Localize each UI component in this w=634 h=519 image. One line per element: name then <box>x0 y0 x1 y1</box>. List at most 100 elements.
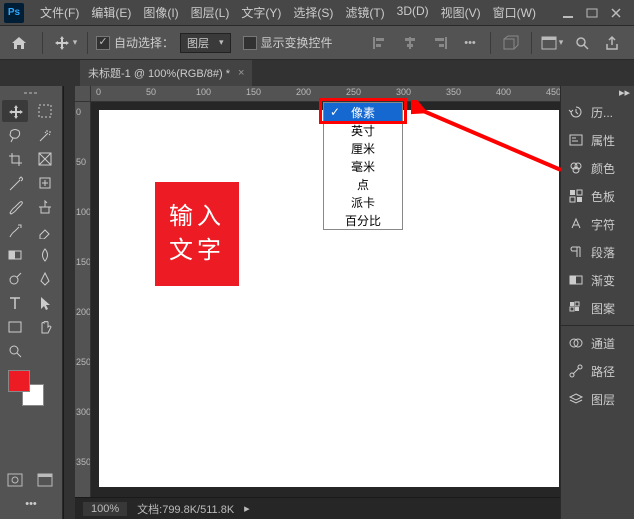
pen-tool[interactable] <box>32 268 58 290</box>
unit-option-英寸[interactable]: 英寸 <box>324 121 402 139</box>
menu-图层(L)[interactable]: 图层(L) <box>185 4 236 21</box>
search-icon[interactable] <box>570 31 594 55</box>
foreground-color-swatch[interactable] <box>8 370 30 392</box>
auto-select-checkbox[interactable]: 自动选择： <box>96 34 174 51</box>
options-bar: ▾ 自动选择： 图层 显示变换控件 ••• ▾ <box>0 26 634 60</box>
unit-option-毫米[interactable]: 毫米 <box>324 157 402 175</box>
move-tool-indicator[interactable]: ▾ <box>51 32 79 54</box>
panel-icon-颜色 <box>567 160 585 176</box>
panel-icon-路径 <box>567 363 585 379</box>
blur-tool[interactable] <box>32 244 58 266</box>
zoom-tool[interactable] <box>2 340 28 362</box>
lasso-tool[interactable] <box>2 124 28 146</box>
brush-tool[interactable] <box>2 196 28 218</box>
canvas-area: 050100150200250300350400450 050100150200… <box>75 86 560 519</box>
path-select-tool[interactable] <box>32 292 58 314</box>
panel-icon-通道 <box>567 335 585 351</box>
panel-icon-色板 <box>567 188 585 204</box>
color-swatches[interactable] <box>2 370 60 408</box>
panel-历...[interactable]: 历... <box>561 98 634 126</box>
panel-通道[interactable]: 通道 <box>561 329 634 357</box>
horizontal-ruler[interactable]: 050100150200250300350400450 <box>91 86 560 102</box>
window-restore-button[interactable] <box>586 7 598 19</box>
panel-属性[interactable]: 属性 <box>561 126 634 154</box>
home-button[interactable] <box>4 30 34 56</box>
auto-select-target-dropdown[interactable]: 图层 <box>180 33 231 53</box>
align-right-icon[interactable] <box>428 31 452 55</box>
magic-wand-tool[interactable] <box>32 124 58 146</box>
align-center-h-icon[interactable] <box>398 31 422 55</box>
menu-图像(I)[interactable]: 图像(I) <box>137 4 184 21</box>
panel-icon-字符 <box>567 216 585 232</box>
vertical-ruler[interactable]: 050100150200250300350 <box>75 102 91 497</box>
panel-icon-渐变 <box>567 272 585 288</box>
menu-窗口(W)[interactable]: 窗口(W) <box>487 4 542 21</box>
panel-颜色[interactable]: 颜色 <box>561 154 634 182</box>
unit-option-百分比[interactable]: 百分比 <box>324 211 402 229</box>
document-tab[interactable]: 未标题-1 @ 100%(RGB/8#) * × <box>80 60 252 86</box>
panel-路径[interactable]: 路径 <box>561 357 634 385</box>
status-chevron-icon[interactable]: ▸ <box>244 502 250 515</box>
edit-toolbar-icon[interactable]: ••• <box>2 493 60 515</box>
history-brush-tool[interactable] <box>2 220 28 242</box>
more-options-icon[interactable]: ••• <box>458 31 482 55</box>
ruler-origin-box[interactable] <box>75 86 91 102</box>
document-size-label: 文档:799.8K/511.8K <box>137 501 234 517</box>
panel-icon-历... <box>567 104 585 120</box>
3d-mode-icon[interactable] <box>499 31 523 55</box>
move-tool[interactable] <box>2 100 28 122</box>
document-tab-bar: 未标题-1 @ 100%(RGB/8#) * × <box>0 60 634 86</box>
menubar: Ps 文件(F)编辑(E)图像(I)图层(L)文字(Y)选择(S)滤镜(T)3D… <box>0 0 634 26</box>
eyedropper-tool[interactable] <box>2 172 28 194</box>
collapsed-panel-strip[interactable] <box>63 86 75 519</box>
window-close-button[interactable] <box>610 7 622 19</box>
panel-icon-段落 <box>567 244 585 260</box>
share-icon[interactable] <box>600 31 624 55</box>
marquee-tool[interactable] <box>32 100 58 122</box>
dodge-tool[interactable] <box>2 268 28 290</box>
menu-编辑(E)[interactable]: 编辑(E) <box>85 4 137 21</box>
align-left-icon[interactable] <box>368 31 392 55</box>
panel-段落[interactable]: 段落 <box>561 238 634 266</box>
screenmode-icon[interactable] <box>32 469 58 491</box>
crop-tool[interactable] <box>2 148 28 170</box>
hand-tool[interactable] <box>32 316 58 338</box>
menu-文件(F)[interactable]: 文件(F) <box>34 4 85 21</box>
panel-图层[interactable]: 图层 <box>561 385 634 413</box>
workspace-dropdown-icon[interactable]: ▾ <box>540 31 564 55</box>
menu-视图(V)[interactable]: 视图(V) <box>435 4 487 21</box>
window-minimize-button[interactable] <box>562 7 574 19</box>
menu-滤镜(T)[interactable]: 滤镜(T) <box>339 4 390 21</box>
window-controls <box>554 7 630 19</box>
gradient-tool[interactable] <box>2 244 28 266</box>
rectangle-tool[interactable] <box>2 316 28 338</box>
type-tool[interactable] <box>2 292 28 314</box>
canvas-viewport[interactable]: 输入文字 像素英寸厘米毫米点派卡百分比 <box>91 102 560 497</box>
panel-icon-图层 <box>567 391 585 407</box>
panels-column: ▸▸ 历...属性颜色色板字符段落渐变图案通道路径图层 <box>560 86 634 519</box>
zoom-level[interactable]: 100% <box>83 502 127 516</box>
ps-logo-icon: Ps <box>4 3 24 23</box>
panel-渐变[interactable]: 渐变 <box>561 266 634 294</box>
status-bar: 100% 文档:799.8K/511.8K ▸ <box>75 497 560 519</box>
healing-brush-tool[interactable] <box>32 172 58 194</box>
panel-collapse-icon[interactable]: ▸▸ <box>619 86 630 99</box>
menu-3D(D)[interactable]: 3D(D) <box>391 4 435 21</box>
quickmask-icon[interactable] <box>2 469 28 491</box>
panel-图案[interactable]: 图案 <box>561 294 634 322</box>
clone-stamp-tool[interactable] <box>32 196 58 218</box>
unit-option-派卡[interactable]: 派卡 <box>324 193 402 211</box>
unit-option-点[interactable]: 点 <box>324 175 402 193</box>
text-layer[interactable]: 输入文字 <box>155 182 239 286</box>
unit-option-像素[interactable]: 像素 <box>324 103 402 121</box>
document-tab-close-icon[interactable]: × <box>238 67 244 79</box>
menu-选择(S)[interactable]: 选择(S) <box>287 4 339 21</box>
eraser-tool[interactable] <box>32 220 58 242</box>
panel-色板[interactable]: 色板 <box>561 182 634 210</box>
ruler-unit-menu: 像素英寸厘米毫米点派卡百分比 <box>323 102 403 230</box>
unit-option-厘米[interactable]: 厘米 <box>324 139 402 157</box>
show-transform-checkbox[interactable]: 显示变换控件 <box>243 34 333 51</box>
panel-字符[interactable]: 字符 <box>561 210 634 238</box>
menu-文字(Y)[interactable]: 文字(Y) <box>235 4 287 21</box>
frame-tool[interactable] <box>32 148 58 170</box>
